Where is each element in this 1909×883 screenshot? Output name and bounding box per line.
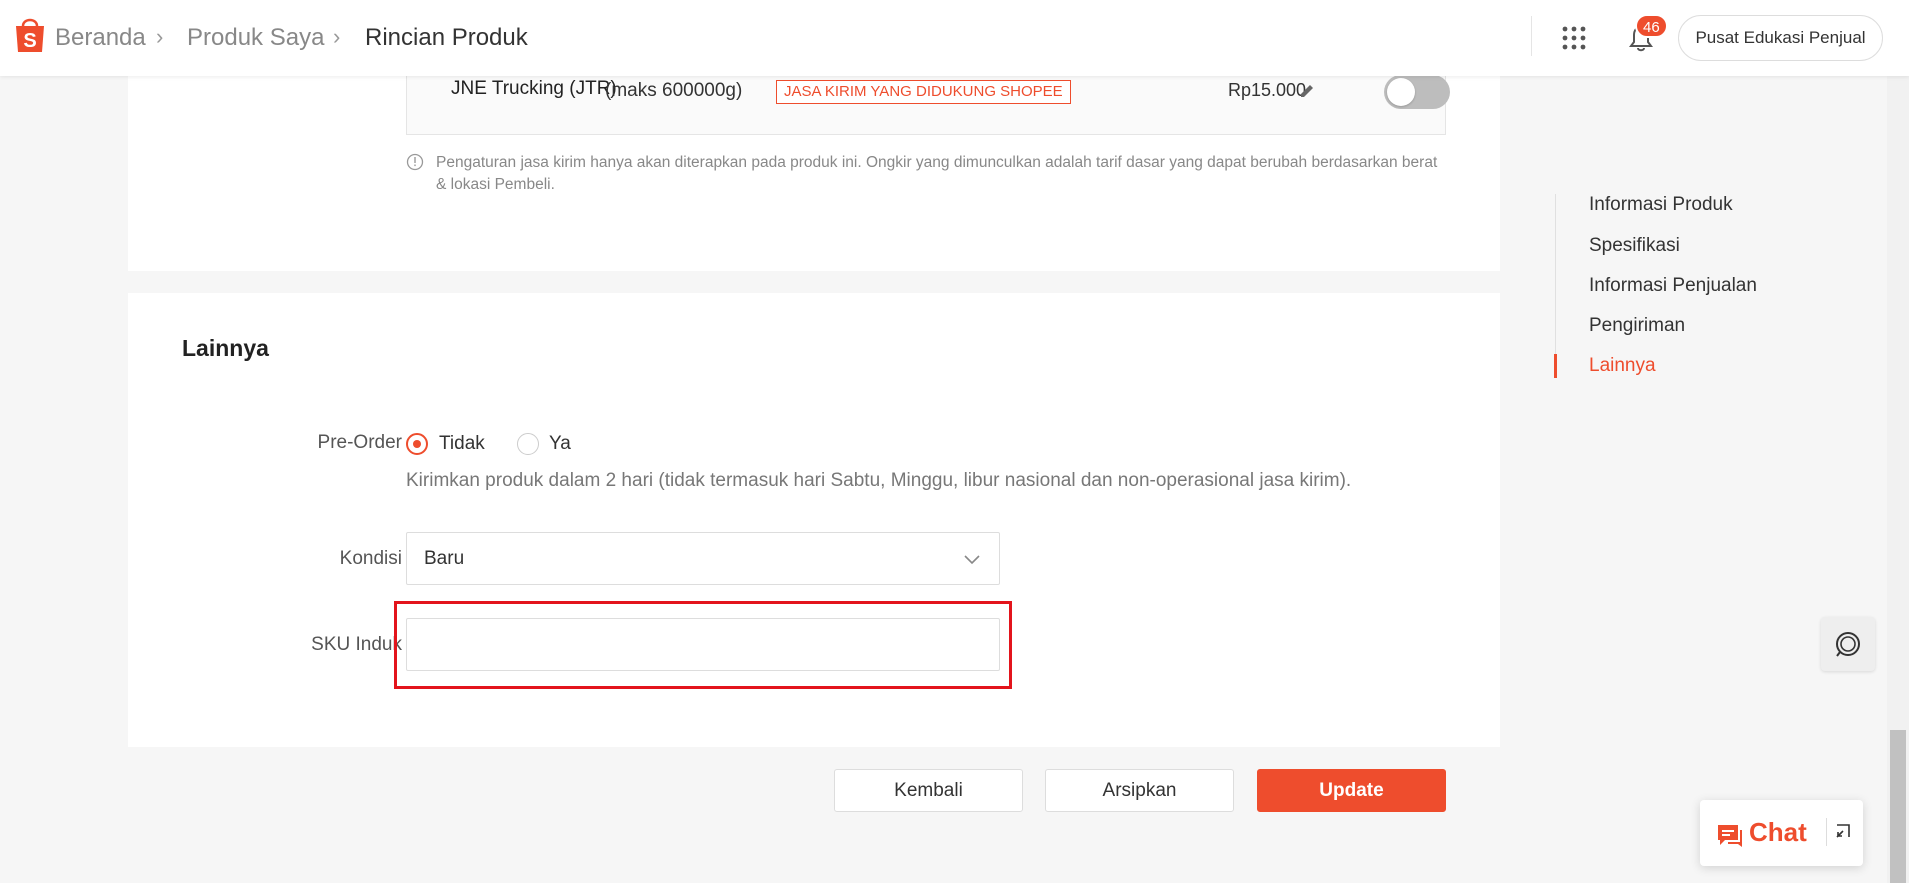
support-button[interactable] <box>1821 617 1875 671</box>
side-nav-active-indicator <box>1554 354 1557 378</box>
chevron-right-icon: › <box>333 24 341 49</box>
side-nav-track <box>1555 194 1556 378</box>
info-icon <box>406 153 424 171</box>
shipping-note: Pengaturan jasa kirim hanya akan diterap… <box>436 154 1438 193</box>
shipping-toggle[interactable] <box>1384 75 1450 109</box>
sku-label: SKU Induk <box>311 634 402 655</box>
section-title: Lainnya <box>182 335 269 361</box>
headset-icon <box>1836 632 1860 657</box>
sku-input[interactable] <box>406 618 1000 671</box>
shopee-logo-icon[interactable]: S <box>12 14 48 54</box>
chat-bubble-icon <box>1718 825 1742 847</box>
breadcrumb-product-detail: Rincian Produk <box>365 24 528 51</box>
pencil-edit-icon[interactable] <box>1298 82 1316 100</box>
notification-badge: 46 <box>1635 14 1668 38</box>
courier-name: JNE Trucking (JTR) <box>451 78 617 99</box>
side-nav-informasi-produk[interactable]: Informasi Produk <box>1589 194 1733 216</box>
seller-education-button[interactable]: Pusat Edukasi Penjual <box>1678 15 1883 61</box>
shopee-supported-tag: JASA KIRIM YANG DIDUKUNG SHOPEE <box>776 80 1071 104</box>
shipping-price: Rp15.000 <box>1228 80 1307 100</box>
grid-apps-icon[interactable] <box>1562 26 1586 50</box>
chevron-right-icon: › <box>156 24 164 49</box>
chat-divider <box>1826 818 1827 846</box>
courier-max-weight: (maks 600000g) <box>605 80 743 101</box>
archive-button[interactable]: Arsipkan <box>1045 769 1234 812</box>
preorder-help-text: Kirimkan produk dalam 2 hari (tidak term… <box>406 470 1352 491</box>
preorder-radio-ya[interactable] <box>517 433 539 455</box>
side-nav-informasi-penjualan[interactable]: Informasi Penjualan <box>1589 275 1757 297</box>
preorder-option-ya[interactable]: Ya <box>549 433 571 455</box>
preorder-radio-tidak[interactable] <box>406 433 428 455</box>
lainnya-section: Lainnya Pre-Order Tidak Ya Kirimkan prod… <box>128 293 1500 747</box>
top-bar: S Beranda › Produk Saya › Rincian Produk… <box>0 0 1909 76</box>
page-scrollbar[interactable] <box>1887 0 1909 883</box>
preorder-option-tidak[interactable]: Tidak <box>439 433 485 455</box>
preorder-label: Pre-Order <box>317 432 402 453</box>
side-nav-spesifikasi[interactable]: Spesifikasi <box>1589 235 1680 257</box>
kondisi-selected-value: Baru <box>424 548 465 569</box>
minimize-icon[interactable] <box>1834 822 1852 840</box>
scrollbar-thumb[interactable] <box>1890 730 1906 883</box>
back-button[interactable]: Kembali <box>834 769 1023 812</box>
toggle-knob <box>1387 78 1415 106</box>
breadcrumb-my-products[interactable]: Produk Saya <box>187 22 324 54</box>
shipping-card: JNE Trucking (JTR) (maks 600000g) JASA K… <box>128 60 1500 271</box>
chat-widget[interactable]: Chat <box>1700 800 1863 866</box>
chevron-down-icon <box>964 555 980 565</box>
side-nav-pengiriman[interactable]: Pengiriman <box>1589 315 1685 337</box>
svg-text:S: S <box>23 30 36 52</box>
kondisi-label: Kondisi <box>339 548 402 569</box>
header-divider <box>1531 16 1532 56</box>
kondisi-select[interactable]: Baru <box>406 532 1000 585</box>
side-nav-lainnya[interactable]: Lainnya <box>1589 355 1656 377</box>
update-button[interactable]: Update <box>1257 769 1446 812</box>
breadcrumb-home[interactable]: Beranda <box>55 22 146 54</box>
chat-label[interactable]: Chat <box>1749 817 1807 848</box>
